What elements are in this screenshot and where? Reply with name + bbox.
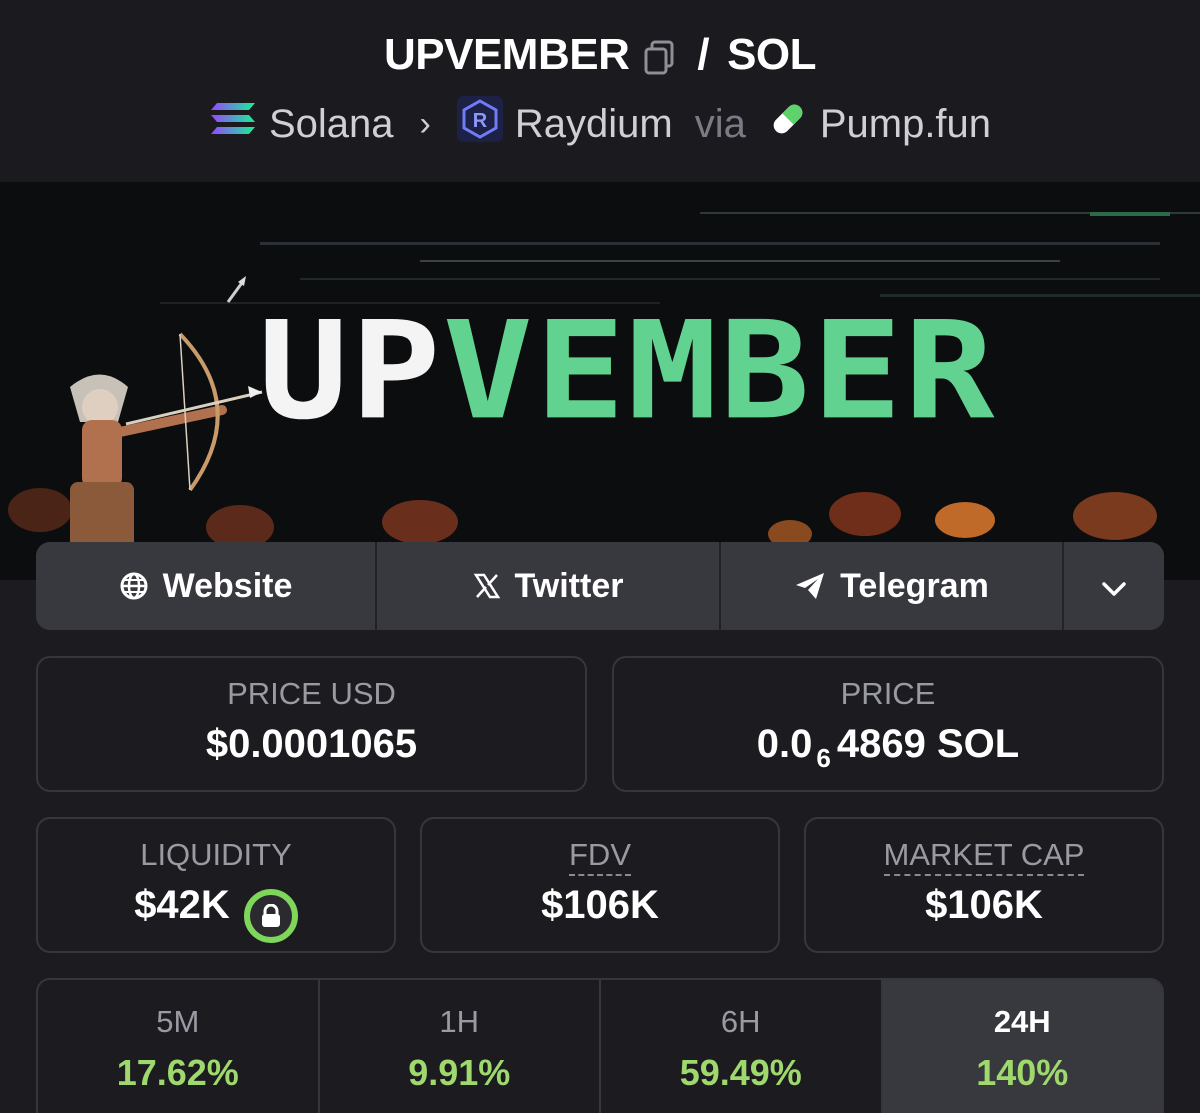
- banner-title: UPVEMBER: [258, 304, 996, 439]
- telegram-label: Telegram: [840, 566, 989, 605]
- breadcrumb: Solana › R Raydium via Pump.fun: [0, 96, 1200, 152]
- tab-6h-change: 59.49%: [679, 1052, 802, 1093]
- tab-6h[interactable]: 6H 59.49%: [601, 980, 883, 1113]
- token-symbol: UPVEMBER: [383, 30, 630, 79]
- pill-icon: [768, 99, 808, 149]
- solana-icon: [209, 101, 257, 147]
- website-button[interactable]: Website: [36, 542, 377, 630]
- price-usd-label: PRICE USD: [227, 676, 396, 711]
- timeframe-tabs: 5M 17.62% 1H 9.91% 6H 59.49% 24H 140%: [36, 978, 1164, 1113]
- fdv-label-wrap: FDV: [422, 837, 778, 876]
- twitter-button[interactable]: Twitter: [377, 542, 721, 630]
- price-native-suffix: 4869 SOL: [836, 722, 1020, 766]
- tab-24h[interactable]: 24H 140%: [882, 980, 1162, 1113]
- price-native-label: PRICE: [840, 676, 936, 711]
- fdv-label[interactable]: FDV: [569, 837, 631, 876]
- website-label: Website: [162, 566, 293, 605]
- price-zero-count: 6: [816, 743, 831, 773]
- banner-title-white: UP: [258, 293, 443, 450]
- paper-plane-icon: [794, 571, 826, 601]
- price-usd-card: PRICE USD $0.0001065: [36, 656, 587, 792]
- tab-24h-change: 140%: [976, 1052, 1069, 1093]
- svg-text:R: R: [473, 110, 488, 132]
- tab-1h-label: 1H: [439, 1004, 480, 1039]
- market-cap-label-wrap: MARKET CAP: [806, 837, 1162, 876]
- tab-24h-label: 24H: [993, 1004, 1051, 1039]
- banner-title-green: VEMBER: [442, 293, 997, 450]
- liquidity-value-row: $42K: [38, 883, 394, 943]
- raydium-icon: R: [456, 96, 503, 152]
- token-page: UPVEMBER / SOL Solana › R Raydium via Pu…: [0, 0, 1200, 1113]
- lock-icon[interactable]: [243, 889, 298, 943]
- pair-header: UPVEMBER / SOL Solana › R Raydium via Pu…: [0, 0, 1200, 182]
- chain-name[interactable]: Solana: [269, 102, 394, 147]
- pair-title: UPVEMBER / SOL: [0, 30, 1200, 80]
- tab-5m-change: 17.62%: [116, 1052, 239, 1093]
- more-links-button[interactable]: [1064, 542, 1164, 630]
- pair-separator: /: [697, 30, 710, 79]
- social-links-bar: Website Twitter Telegram: [36, 542, 1164, 630]
- liquidity-value: $42K: [134, 883, 230, 927]
- copy-icon[interactable]: [643, 37, 675, 75]
- price-usd-value: $0.0001065: [205, 722, 418, 766]
- chevron-down-icon: [1101, 567, 1127, 606]
- launchpad-name[interactable]: Pump.fun: [820, 102, 991, 147]
- fdv-value: $106K: [541, 883, 659, 927]
- tab-1h[interactable]: 1H 9.91%: [320, 980, 601, 1113]
- twitter-label: Twitter: [514, 566, 624, 605]
- via-label: via: [694, 101, 746, 146]
- tab-5m[interactable]: 5M 17.62%: [38, 980, 320, 1113]
- fdv-card: FDV $106K: [420, 817, 780, 953]
- tab-1h-change: 9.91%: [408, 1052, 511, 1093]
- globe-icon: [119, 571, 149, 601]
- quote-symbol: SOL: [727, 30, 817, 79]
- tab-6h-label: 6H: [720, 1004, 761, 1039]
- price-native-value: 0.0 6 4869 SOL: [614, 722, 1162, 774]
- market-cap-value: $106K: [925, 883, 1043, 927]
- liquidity-card: LIQUIDITY $42K: [36, 817, 396, 953]
- x-logo-icon: [473, 572, 501, 600]
- telegram-button[interactable]: Telegram: [721, 542, 1064, 630]
- market-cap-label[interactable]: MARKET CAP: [883, 837, 1085, 876]
- price-native-prefix: 0.0: [756, 722, 813, 766]
- liquidity-label: LIQUIDITY: [140, 837, 292, 872]
- dex-name[interactable]: Raydium: [515, 102, 673, 147]
- price-native-card: PRICE 0.0 6 4869 SOL: [612, 656, 1164, 792]
- token-banner: UPVEMBER: [0, 182, 1200, 580]
- chevron-right-icon: ›: [419, 104, 431, 143]
- tab-5m-label: 5M: [156, 1004, 200, 1039]
- market-cap-card: MARKET CAP $106K: [804, 817, 1164, 953]
